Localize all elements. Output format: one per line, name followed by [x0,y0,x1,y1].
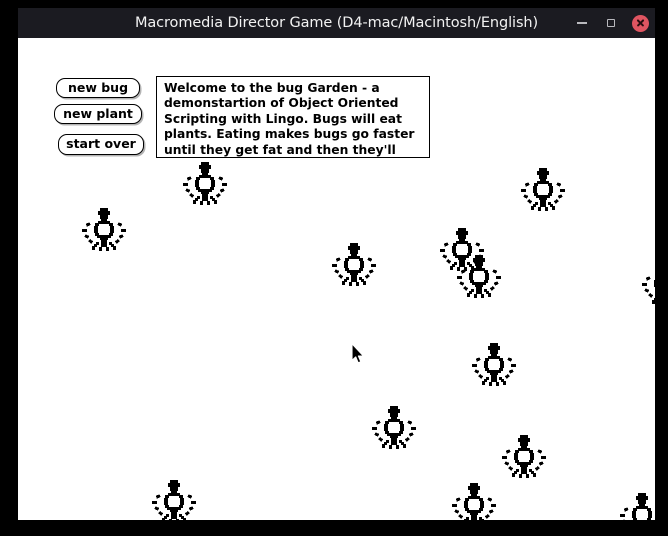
bug-sprite[interactable] [450,481,498,520]
start-over-button[interactable]: start over [58,134,144,155]
bug-sprite[interactable] [470,341,518,393]
new-plant-button[interactable]: new plant [54,104,142,124]
application-window: Macromedia Director Game (D4-mac/Macinto… [18,8,655,520]
maximize-button[interactable] [602,14,620,32]
bug-sprite[interactable] [181,160,229,212]
new-bug-button[interactable]: new bug [56,78,140,98]
bug-sprite[interactable] [455,253,503,305]
bug-sprite[interactable] [370,404,418,456]
bug-sprite[interactable] [618,491,655,520]
close-button[interactable] [631,14,649,32]
window-controls [573,8,649,38]
mouse-cursor [351,343,365,364]
bug-sprite[interactable] [80,206,128,258]
close-icon [631,14,649,32]
message-box: Welcome to the bug Garden - a demonstart… [156,76,430,158]
window-titlebar[interactable]: Macromedia Director Game (D4-mac/Macinto… [18,8,655,38]
bug-sprite[interactable] [330,241,378,293]
bug-sprite[interactable] [640,260,655,312]
maximize-icon [606,18,616,28]
button-label: start over [66,136,136,152]
bug-sprite[interactable] [500,433,548,485]
window-title: Macromedia Director Game (D4-mac/Macinto… [134,15,539,31]
bug-sprite[interactable] [150,478,198,520]
bug-sprite[interactable] [438,226,486,278]
minimize-icon [577,22,587,24]
game-stage[interactable]: new bug new plant start over Welcome to th… [18,38,655,520]
desktop-background: Macromedia Director Game (D4-mac/Macinto… [0,0,668,536]
bug-sprite[interactable] [519,166,567,218]
minimize-button[interactable] [573,14,591,32]
button-label: new bug [67,79,129,95]
button-label: new plant [63,105,133,121]
